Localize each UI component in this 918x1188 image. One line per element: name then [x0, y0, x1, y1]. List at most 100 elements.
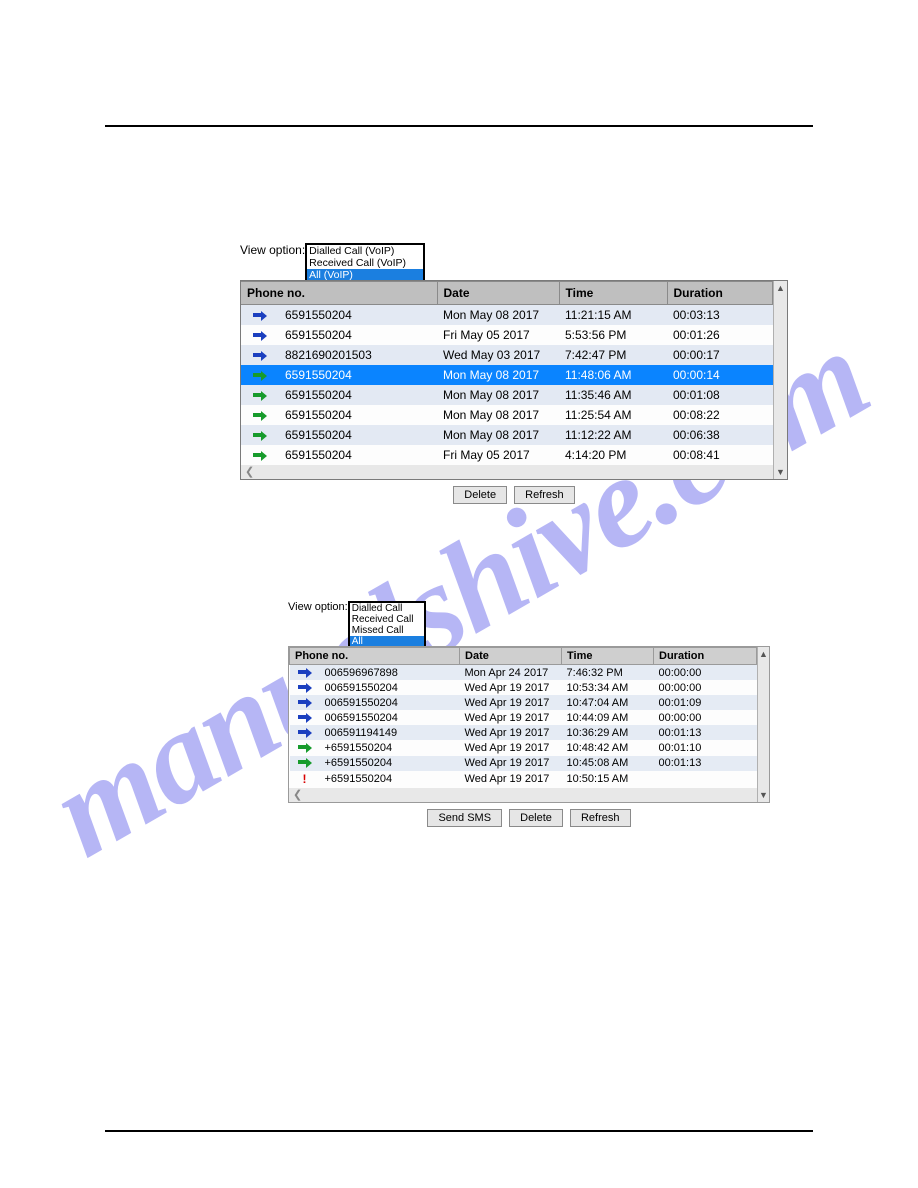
cell-duration: 00:08:41 — [667, 445, 773, 465]
cell-phone: +6591550204 — [320, 740, 460, 755]
header-phone[interactable]: Phone no. — [290, 648, 460, 665]
delete-button[interactable]: Delete — [509, 809, 563, 827]
header-duration[interactable]: Duration — [667, 282, 773, 305]
table-row[interactable]: 6591550204Mon May 08 201711:35:46 AM00:0… — [241, 385, 773, 405]
cell-time: 10:47:04 AM — [562, 695, 654, 710]
outgoing-call-icon — [298, 712, 312, 724]
horizontal-scrollbar[interactable]: ❮ ❯ — [241, 465, 787, 479]
scroll-left-arrow-icon[interactable]: ❮ — [245, 465, 254, 479]
cell-date: Wed Apr 19 2017 — [460, 725, 562, 740]
missed-call-icon: ! — [298, 772, 312, 786]
cell-duration: 00:08:22 — [667, 405, 773, 425]
table-row[interactable]: 6591550204Mon May 08 201711:12:22 AM00:0… — [241, 425, 773, 445]
scroll-left-arrow-icon[interactable]: ❮ — [293, 788, 302, 802]
cell-time: 7:46:32 PM — [562, 665, 654, 681]
table-row[interactable]: 6591550204Mon May 08 201711:48:06 AM00:0… — [241, 365, 773, 385]
cell-time: 10:53:34 AM — [562, 680, 654, 695]
cell-duration: 00:00:00 — [654, 710, 757, 725]
cell-time: 7:42:47 PM — [559, 345, 667, 365]
table-row[interactable]: 8821690201503Wed May 03 20177:42:47 PM00… — [241, 345, 773, 365]
cell-duration: 00:01:26 — [667, 325, 773, 345]
refresh-button[interactable]: Refresh — [570, 809, 631, 827]
call-log-table-container: ▲ ▼ Phone no. Date Time Duration 6591550… — [240, 280, 788, 480]
cell-phone: 006591550204 — [320, 710, 460, 725]
cell-time: 11:21:15 AM — [559, 305, 667, 326]
cell-phone: 6591550204 — [279, 305, 437, 326]
outgoing-call-icon — [253, 350, 267, 362]
outgoing-call-icon — [298, 682, 312, 694]
vertical-scrollbar[interactable]: ▲ ▼ — [773, 281, 787, 479]
table-row[interactable]: 006591550204Wed Apr 19 201710:47:04 AM00… — [290, 695, 757, 710]
header-date[interactable]: Date — [460, 648, 562, 665]
outgoing-call-icon — [298, 667, 312, 679]
refresh-button[interactable]: Refresh — [514, 486, 575, 504]
dropdown-option[interactable]: Missed Call — [350, 625, 424, 636]
cell-time: 10:50:15 AM — [562, 771, 654, 788]
header-time[interactable]: Time — [562, 648, 654, 665]
table-row[interactable]: !+6591550204Wed Apr 19 201710:50:15 AM — [290, 771, 757, 788]
table-row[interactable]: 6591550204Fri May 05 20175:53:56 PM00:01… — [241, 325, 773, 345]
scroll-up-arrow-icon[interactable]: ▲ — [758, 647, 769, 661]
cell-date: Wed May 03 2017 — [437, 345, 559, 365]
incoming-call-icon — [253, 450, 267, 462]
table-row[interactable]: 6591550204Mon May 08 201711:25:54 AM00:0… — [241, 405, 773, 425]
incoming-call-icon — [253, 410, 267, 422]
dropdown-option[interactable]: Received Call (VoIP) — [307, 257, 423, 269]
table-row[interactable]: 006591194149Wed Apr 19 201710:36:29 AM00… — [290, 725, 757, 740]
send-sms-button[interactable]: Send SMS — [427, 809, 502, 827]
view-option-label: View option: — [288, 601, 348, 613]
table-row[interactable]: 006596967898Mon Apr 24 20177:46:32 PM00:… — [290, 665, 757, 681]
cell-duration: 00:01:13 — [654, 756, 757, 771]
cell-duration: 00:06:38 — [667, 425, 773, 445]
table-row[interactable]: +6591550204Wed Apr 19 201710:45:08 AM00:… — [290, 756, 757, 771]
cell-date: Mon May 08 2017 — [437, 385, 559, 405]
cell-phone: 6591550204 — [279, 385, 437, 405]
view-option-dropdown[interactable]: Dialled Call Received Call Missed Call A… — [348, 601, 426, 647]
cell-time: 5:53:56 PM — [559, 325, 667, 345]
panel1-button-row: Delete Refresh — [240, 486, 788, 504]
cell-time: 10:45:08 AM — [562, 756, 654, 771]
table-row[interactable]: 006591550204Wed Apr 19 201710:44:09 AM00… — [290, 710, 757, 725]
scroll-up-arrow-icon[interactable]: ▲ — [774, 281, 787, 295]
table-row[interactable]: 6591550204Fri May 05 20174:14:20 PM00:08… — [241, 445, 773, 465]
delete-button[interactable]: Delete — [453, 486, 507, 504]
dropdown-option[interactable]: Dialled Call (VoIP) — [307, 245, 423, 257]
cell-time: 10:36:29 AM — [562, 725, 654, 740]
cell-date: Fri May 05 2017 — [437, 325, 559, 345]
cell-duration: 00:00:14 — [667, 365, 773, 385]
call-log-panel: View option: Dialled Call Received Call … — [288, 601, 770, 827]
outgoing-call-icon — [253, 310, 267, 322]
header-phone[interactable]: Phone no. — [241, 282, 437, 305]
cell-date: Wed Apr 19 2017 — [460, 695, 562, 710]
cell-phone: 6591550204 — [279, 365, 437, 385]
top-rule — [105, 125, 813, 127]
view-option-dropdown[interactable]: Dialled Call (VoIP) Received Call (VoIP)… — [305, 243, 425, 281]
panel2-button-row: Send SMS Delete Refresh — [288, 809, 770, 827]
scroll-down-arrow-icon[interactable]: ▼ — [758, 788, 769, 802]
cell-time: 11:35:46 AM — [559, 385, 667, 405]
outgoing-call-icon — [298, 727, 312, 739]
call-log-voip-panel: View option: Dialled Call (VoIP) Receive… — [240, 243, 788, 504]
incoming-call-icon — [298, 742, 312, 754]
table-row[interactable]: 006591550204Wed Apr 19 201710:53:34 AM00… — [290, 680, 757, 695]
header-date[interactable]: Date — [437, 282, 559, 305]
outgoing-call-icon — [253, 330, 267, 342]
cell-date: Mon Apr 24 2017 — [460, 665, 562, 681]
table-row[interactable]: +6591550204Wed Apr 19 201710:48:42 AM00:… — [290, 740, 757, 755]
cell-phone: 006591550204 — [320, 680, 460, 695]
table-row[interactable]: 6591550204Mon May 08 201711:21:15 AM00:0… — [241, 305, 773, 326]
header-time[interactable]: Time — [559, 282, 667, 305]
cell-phone: 6591550204 — [279, 425, 437, 445]
dropdown-option[interactable]: Dialled Call — [350, 603, 424, 614]
cell-date: Wed Apr 19 2017 — [460, 756, 562, 771]
header-duration[interactable]: Duration — [654, 648, 757, 665]
cell-time: 11:12:22 AM — [559, 425, 667, 445]
horizontal-scrollbar[interactable]: ❮ ❯ — [289, 788, 769, 802]
dropdown-option[interactable]: Received Call — [350, 614, 424, 625]
bottom-rule — [105, 1130, 813, 1132]
incoming-call-icon — [253, 390, 267, 402]
scroll-down-arrow-icon[interactable]: ▼ — [774, 465, 787, 479]
vertical-scrollbar[interactable]: ▲ ▼ — [757, 647, 769, 802]
call-log-table: Phone no. Date Time Duration 00659696789… — [289, 647, 757, 788]
cell-duration: 00:01:08 — [667, 385, 773, 405]
